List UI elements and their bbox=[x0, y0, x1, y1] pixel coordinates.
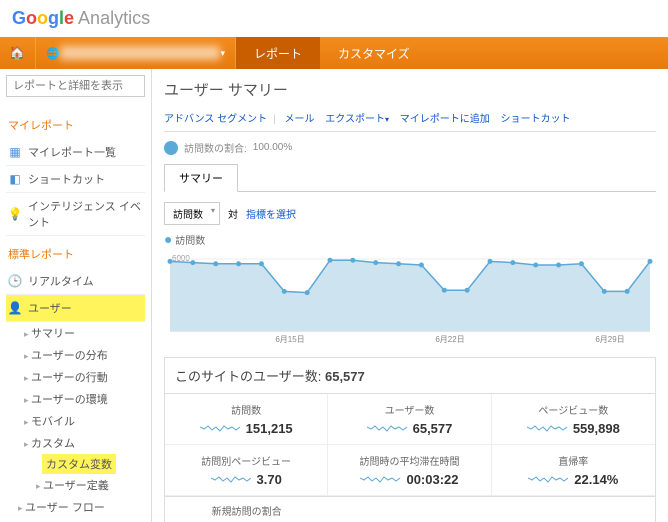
select-metric-link[interactable]: 指標を選択 bbox=[246, 206, 296, 221]
content-area: ユーザー サマリー アドバンス セグメント| メール エクスポート▾ マイレポー… bbox=[152, 69, 668, 522]
chart-controls: 訪問数 対 指標を選択 bbox=[164, 202, 656, 225]
adv-segment-link[interactable]: アドバンス セグメント bbox=[164, 114, 267, 125]
bulb-icon: 💡 bbox=[8, 207, 22, 221]
sidebar-sub-mobile[interactable]: モバイル bbox=[6, 410, 145, 432]
sidebar: マイレポート ▦マイレポート一覧 ◧ショートカット 💡インテリジェンス イベント… bbox=[0, 69, 152, 522]
tab-report[interactable]: レポート bbox=[236, 37, 320, 69]
add-myreport-link[interactable]: マイレポートに追加 bbox=[400, 114, 490, 125]
home-icon[interactable]: 🏠 bbox=[0, 37, 36, 69]
stat-cell: ページビュー数 559,898 bbox=[492, 394, 655, 445]
clock-icon: 🕒 bbox=[8, 274, 22, 288]
stat-cell: ユーザー数 65,577 bbox=[328, 394, 491, 445]
sidebar-section-myreport: マイレポート bbox=[6, 117, 145, 133]
chart-legend: ● 訪問数 bbox=[164, 231, 656, 247]
pie-icon bbox=[164, 141, 178, 155]
sidebar-sub-behavior[interactable]: ユーザーの行動 bbox=[6, 366, 145, 388]
export-link[interactable]: エクスポート bbox=[325, 114, 385, 125]
sidebar-section-standard: 標準レポート bbox=[6, 246, 145, 262]
sidebar-item-traffic[interactable]: ⇄トラフィック bbox=[6, 518, 145, 522]
sidebar-item-myreport-list[interactable]: ▦マイレポート一覧 bbox=[6, 139, 145, 166]
shortcut-icon: ◧ bbox=[8, 172, 22, 186]
tab-customize[interactable]: カスタマイズ bbox=[320, 37, 428, 69]
vs-label: 対 bbox=[228, 206, 238, 221]
sidebar-sub-userflow[interactable]: ユーザー フロー bbox=[6, 496, 145, 518]
sidebar-item-intel[interactable]: 💡インテリジェンス イベント bbox=[6, 193, 145, 236]
main-navbar: 🏠 🌐 ▾ レポート カスタマイズ bbox=[0, 37, 668, 69]
dashboard-icon: ▦ bbox=[8, 145, 22, 159]
footer-stat: 新規訪問の割合 bbox=[164, 497, 656, 522]
visit-ratio: 訪問数の割合: 100.00% bbox=[164, 140, 656, 155]
sidebar-item-shortcut[interactable]: ◧ショートカット bbox=[6, 166, 145, 193]
report-tabstrip: サマリー bbox=[164, 163, 656, 192]
header-logo: GoogleAnalytics bbox=[0, 0, 668, 37]
sidebar-sub-user-def[interactable]: ユーザー定義 bbox=[6, 474, 145, 496]
svg-text:6月29日: 6月29日 bbox=[595, 335, 624, 344]
page-title: ユーザー サマリー bbox=[164, 79, 656, 100]
sidebar-item-realtime[interactable]: 🕒リアルタイム bbox=[6, 268, 145, 295]
metric-dropdown[interactable]: 訪問数 bbox=[164, 202, 220, 225]
main-chart: 6000 3000 6月15日 6月22日 6月29日 bbox=[164, 249, 656, 344]
sidebar-sub-summary[interactable]: サマリー bbox=[6, 322, 145, 344]
toolbar: アドバンス セグメント| メール エクスポート▾ マイレポートに追加 ショートカ… bbox=[164, 110, 656, 132]
stat-cell: 訪問数 151,215 bbox=[165, 394, 328, 445]
mail-link[interactable]: メール bbox=[284, 114, 314, 125]
stat-cell: 訪問別ページビュー 3.70 bbox=[165, 445, 328, 496]
sidebar-sub-custom[interactable]: カスタム bbox=[6, 432, 145, 454]
stat-cell: 直帰率 22.14% bbox=[492, 445, 655, 496]
tab-summary[interactable]: サマリー bbox=[164, 164, 238, 192]
sidebar-sub-distribution[interactable]: ユーザーの分布 bbox=[6, 344, 145, 366]
stats-grid: 訪問数 151,215 ユーザー数 65,577 ページビュー数 559,898… bbox=[164, 393, 656, 497]
stat-cell: 訪問時の平均滞在時間 00:03:22 bbox=[328, 445, 491, 496]
svg-text:6月22日: 6月22日 bbox=[435, 335, 464, 344]
sidebar-item-user[interactable]: 👤ユーザー bbox=[6, 295, 145, 322]
svg-text:6月15日: 6月15日 bbox=[275, 335, 304, 344]
sidebar-sub-environment[interactable]: ユーザーの環境 bbox=[6, 388, 145, 410]
property-selector[interactable]: 🌐 ▾ bbox=[36, 37, 236, 69]
user-icon: 👤 bbox=[8, 301, 22, 315]
shortcut-link[interactable]: ショートカット bbox=[501, 114, 571, 125]
globe-icon: 🌐 bbox=[46, 47, 60, 60]
search-input[interactable] bbox=[6, 75, 145, 97]
sidebar-sub-custom-var[interactable]: カスタム変数 bbox=[42, 454, 116, 474]
stats-title: このサイトのユーザー数: 65,577 bbox=[164, 357, 656, 393]
